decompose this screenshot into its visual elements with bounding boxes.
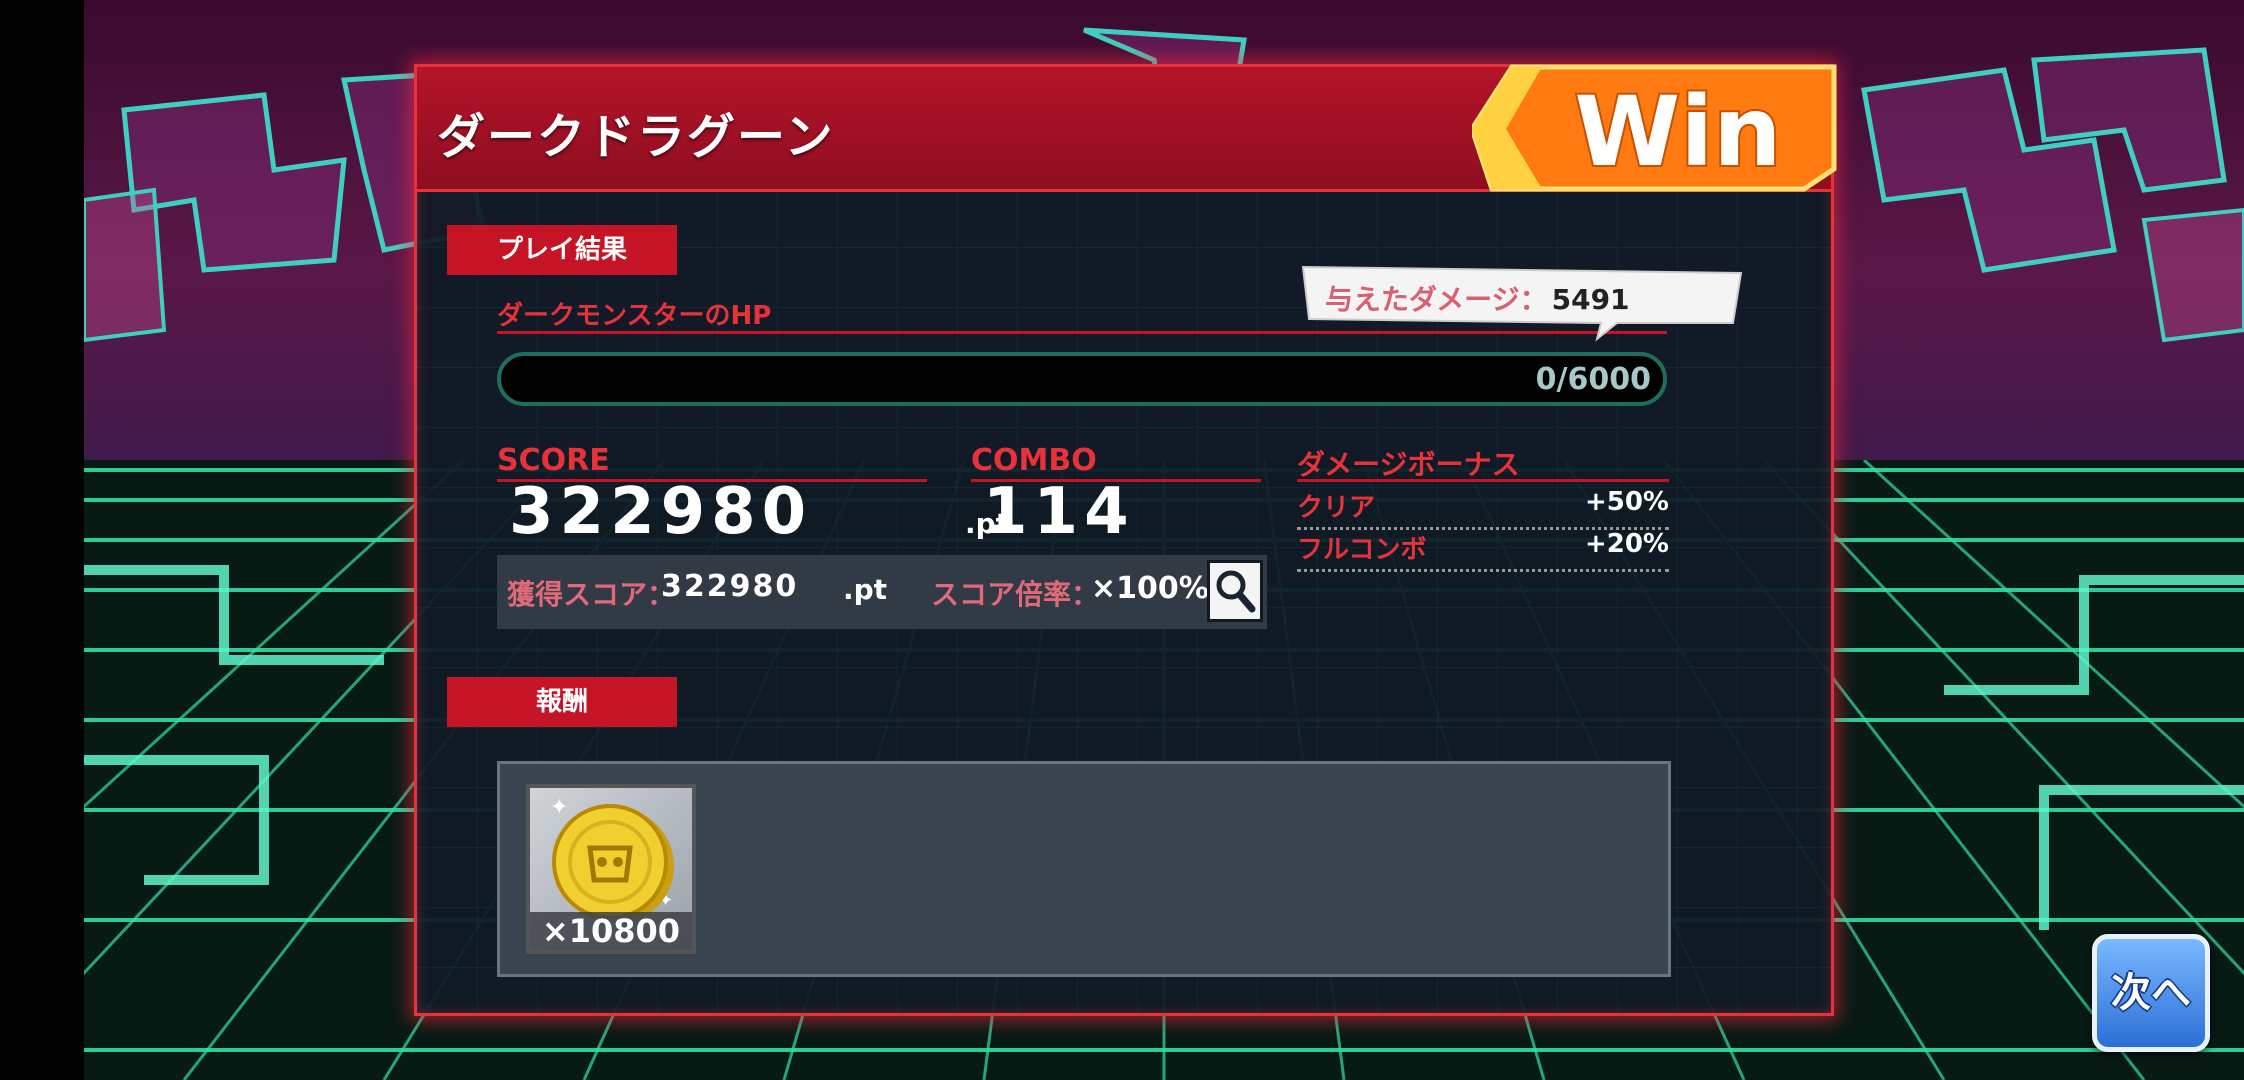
monster-hp-label: ダークモンスターのHP <box>497 301 772 331</box>
reward-quantity: ×10800 <box>530 912 692 950</box>
damage-bonus-label: ダメージボーナス <box>1297 448 1520 481</box>
reward-item[interactable]: ✦ ✦ ×10800 <box>526 784 696 954</box>
stage-title: ダークドラグーン <box>437 109 835 165</box>
win-badge: Win <box>1472 64 1837 192</box>
score-detail-button[interactable] <box>1207 560 1263 622</box>
svg-text:✦: ✦ <box>550 795 568 820</box>
play-result-label: プレイ結果 <box>447 225 677 275</box>
monster-hp-bar: 0/6000 <box>497 352 1667 406</box>
damage-bonus-divider <box>1297 479 1669 482</box>
score-label: SCORE <box>497 443 610 478</box>
reward-label: 報酬 <box>447 677 677 727</box>
combo-value: 114 <box>983 475 1135 549</box>
earned-score-label: 獲得スコア： <box>507 578 676 611</box>
result-panel: ダークドラグーン Win プレイ結果 ダークモンスターのHP 与えたダメージ： 5… <box>414 64 1837 1016</box>
bonus-value: +50% <box>1584 487 1669 517</box>
next-button[interactable]: 次へ <box>2092 934 2210 1052</box>
bonus-row-clear: クリア +50% <box>1297 487 1669 530</box>
score-multiplier-label: スコア倍率： <box>931 578 1100 611</box>
gold-coin-icon: ✦ ✦ <box>550 795 674 924</box>
bonus-row-full-combo: フルコンボ +20% <box>1297 529 1669 572</box>
score-value: 322980 <box>509 475 813 549</box>
damage-dealt-label: 与えたダメージ： <box>1325 283 1548 316</box>
monster-hp-text: 0/6000 <box>1535 362 1651 397</box>
magnifier-icon <box>1216 570 1256 613</box>
reward-box: ✦ ✦ ×10800 <box>497 761 1671 977</box>
win-badge-text: Win <box>1574 76 1781 188</box>
earned-score-value: 322980 <box>661 569 799 604</box>
damage-dealt: 与えたダメージ： 5491 <box>1325 278 1630 318</box>
bonus-name: クリア <box>1297 493 1376 523</box>
bonus-dots <box>1297 569 1669 572</box>
combo-label: COMBO <box>971 443 1097 478</box>
damage-dealt-value: 5491 <box>1551 283 1630 316</box>
bonus-value: +20% <box>1584 529 1669 559</box>
earned-score-unit: .pt <box>843 573 888 606</box>
bonus-name: フルコンボ <box>1297 535 1427 565</box>
score-multiplier-value: ×100% <box>1091 571 1209 606</box>
